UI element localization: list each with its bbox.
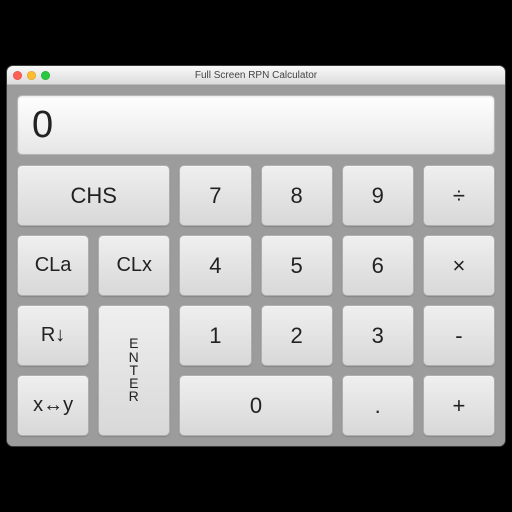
digit-4-label: 4 bbox=[209, 253, 221, 279]
add-label: + bbox=[452, 393, 465, 419]
chs-label: CHS bbox=[70, 183, 116, 209]
digit-8-label: 8 bbox=[290, 183, 302, 209]
decimal-button[interactable]: . bbox=[342, 375, 414, 436]
window-title: Full Screen RPN Calculator bbox=[7, 70, 505, 81]
display: 0 bbox=[17, 95, 495, 155]
clear-all-button[interactable]: CLa bbox=[17, 235, 89, 296]
enter-label: ENTER bbox=[129, 337, 140, 403]
digit-2-button[interactable]: 2 bbox=[261, 305, 333, 366]
digit-1-label: 1 bbox=[209, 323, 221, 349]
digit-3-button[interactable]: 3 bbox=[342, 305, 414, 366]
multiply-label: × bbox=[452, 253, 465, 279]
digit-7-button[interactable]: 7 bbox=[179, 165, 251, 226]
digit-5-button[interactable]: 5 bbox=[261, 235, 333, 296]
roll-down-button[interactable]: R↓ bbox=[17, 305, 89, 366]
subtract-button[interactable]: - bbox=[423, 305, 495, 366]
dot-label: . bbox=[375, 393, 381, 419]
titlebar: Full Screen RPN Calculator bbox=[7, 66, 505, 85]
add-button[interactable]: + bbox=[423, 375, 495, 436]
traffic-lights bbox=[13, 71, 50, 80]
swap-xy-button[interactable]: x↔y bbox=[17, 375, 89, 436]
close-icon[interactable] bbox=[13, 71, 22, 80]
clx-label: CLx bbox=[116, 254, 152, 277]
enter-button[interactable]: ENTER bbox=[98, 305, 170, 436]
digit-9-label: 9 bbox=[372, 183, 384, 209]
multiply-button[interactable]: × bbox=[423, 235, 495, 296]
digit-0-label: 0 bbox=[250, 393, 262, 419]
digit-7-label: 7 bbox=[209, 183, 221, 209]
divide-button[interactable]: ÷ bbox=[423, 165, 495, 226]
digit-2-label: 2 bbox=[290, 323, 302, 349]
digit-1-button[interactable]: 1 bbox=[179, 305, 251, 366]
divide-label: ÷ bbox=[453, 183, 465, 209]
subtract-label: - bbox=[455, 323, 462, 349]
digit-4-button[interactable]: 4 bbox=[179, 235, 251, 296]
digit-6-label: 6 bbox=[372, 253, 384, 279]
minimize-icon[interactable] bbox=[27, 71, 36, 80]
xy-label: x↔y bbox=[33, 394, 73, 417]
rdown-label: R↓ bbox=[41, 324, 65, 347]
chs-button[interactable]: CHS bbox=[17, 165, 170, 226]
digit-5-label: 5 bbox=[290, 253, 302, 279]
digit-6-button[interactable]: 6 bbox=[342, 235, 414, 296]
calculator-window: Full Screen RPN Calculator 0 CHS 7 8 9 ÷… bbox=[7, 66, 505, 446]
window-body: 0 CHS 7 8 9 ÷ CLa CLx 4 5 6 × R↓ ENTER bbox=[7, 85, 505, 446]
keypad: CHS 7 8 9 ÷ CLa CLx 4 5 6 × R↓ ENTER 1 2 bbox=[17, 165, 495, 436]
clear-x-button[interactable]: CLx bbox=[98, 235, 170, 296]
zoom-icon[interactable] bbox=[41, 71, 50, 80]
display-value: 0 bbox=[32, 104, 53, 147]
digit-9-button[interactable]: 9 bbox=[342, 165, 414, 226]
digit-8-button[interactable]: 8 bbox=[261, 165, 333, 226]
cla-label: CLa bbox=[35, 254, 72, 277]
digit-3-label: 3 bbox=[372, 323, 384, 349]
digit-0-button[interactable]: 0 bbox=[179, 375, 332, 436]
